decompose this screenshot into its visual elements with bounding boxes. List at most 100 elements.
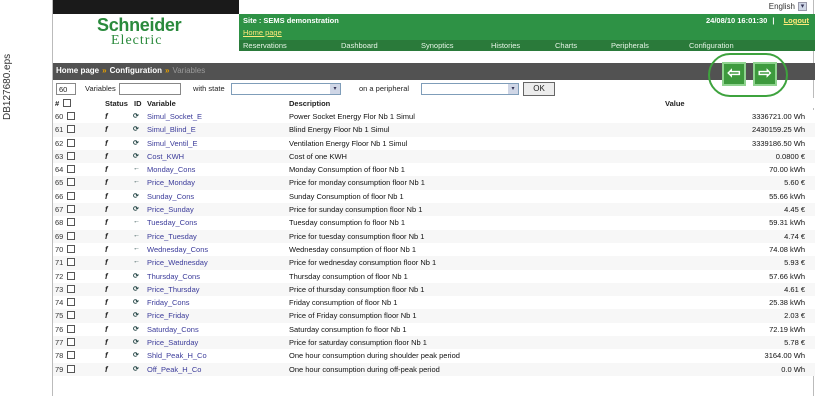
table-row: 64 f ← Monday_Cons Monday Consumption of flo… <box>53 163 815 177</box>
language-select[interactable]: English ▾ <box>769 2 807 11</box>
row-checkbox[interactable] <box>67 338 75 347</box>
variable-type-icon: ← <box>133 231 140 239</box>
variable-value: 0.0800 € <box>775 151 805 161</box>
table-row: 68 f ← Tuesday_Cons Tuesday consumption fo f… <box>53 216 815 230</box>
variable-link[interactable]: Shld_Peak_H_Co <box>147 351 207 360</box>
variable-description: Sunday Consumption of floor Nb 1 <box>289 191 404 201</box>
row-number: 77 <box>55 338 64 348</box>
menu-item-histories[interactable]: Histories <box>491 40 520 50</box>
variables-filter-input[interactable] <box>119 83 181 95</box>
menu-item-reservations[interactable]: Reservations <box>243 40 287 50</box>
variable-value: 5.93 € <box>784 258 805 268</box>
variable-link[interactable]: Price_Wednesday <box>147 258 208 267</box>
menu-item-dashboard[interactable]: Dashboard <box>341 40 378 50</box>
row-checkbox[interactable] <box>67 284 75 293</box>
table-row: 62 f ⟳ Simul_Ventil_E Ventilation Energy Flo… <box>53 136 815 150</box>
variable-link[interactable]: Friday_Cons <box>147 298 190 307</box>
ok-button[interactable]: OK <box>523 82 555 96</box>
status-icon: f <box>105 324 108 334</box>
table-row: 78 f ⟳ Shld_Peak_H_Co One hour consumption d… <box>53 349 815 363</box>
table-row: 72 f ⟳ Thursday_Cons Thursday consumption of… <box>53 269 815 283</box>
variable-description: Price for wednesday consumption floor Nb… <box>289 258 437 268</box>
table-row: 75 f ⟳ Price_Friday Price of Friday consumpt… <box>53 309 815 323</box>
row-checkbox[interactable] <box>67 244 75 253</box>
row-checkbox[interactable] <box>67 298 75 307</box>
row-number: 75 <box>55 311 64 321</box>
home-page-link[interactable]: Home page <box>243 28 282 37</box>
variable-description: Wednesday consumption of floor Nb 1 <box>289 244 417 254</box>
peripheral-select[interactable]: ▾ <box>421 83 519 95</box>
row-checkbox[interactable] <box>67 165 75 174</box>
page-size-input[interactable]: 60 <box>56 83 76 95</box>
header-value[interactable]: Value <box>665 99 685 108</box>
variable-link[interactable]: Price_Tuesday <box>147 232 197 241</box>
header-variable[interactable]: Variable <box>147 99 176 108</box>
row-number: 63 <box>55 151 64 161</box>
header-status[interactable]: Status <box>105 99 128 108</box>
status-icon: f <box>105 231 108 241</box>
menu-item-configuration[interactable]: Configuration <box>689 40 734 50</box>
status-icon: f <box>105 338 108 348</box>
app-window: Schneider Electric English ▾ Site : SEMS… <box>52 0 815 396</box>
row-number: 72 <box>55 271 64 281</box>
variable-value: 57.66 kWh <box>769 271 805 281</box>
status-icon: f <box>105 258 108 268</box>
menu-item-peripherals[interactable]: Peripherals <box>611 40 649 50</box>
variable-description: Price of thursday consumption floor Nb 1 <box>289 284 425 294</box>
variable-description: Price for tuesday consumption floor Nb 1 <box>289 231 425 241</box>
variable-link[interactable]: Saturday_Cons <box>147 325 199 334</box>
state-select[interactable]: ▾ <box>231 83 341 95</box>
variable-link[interactable]: Price_Sunday <box>147 205 194 214</box>
variable-type-icon: ⟳ <box>133 192 139 200</box>
variable-link[interactable]: Cost_KWH <box>147 152 184 161</box>
row-checkbox[interactable] <box>67 311 75 320</box>
row-checkbox[interactable] <box>67 258 75 267</box>
variable-value: 5.60 € <box>784 178 805 188</box>
menu-item-charts[interactable]: Charts <box>555 40 577 50</box>
logout-link[interactable]: Logout <box>784 16 809 25</box>
variable-link[interactable]: Price_Saturday <box>147 338 198 347</box>
variable-link[interactable]: Off_Peak_H_Co <box>147 365 201 374</box>
row-checkbox[interactable] <box>67 151 75 160</box>
row-checkbox[interactable] <box>67 112 75 120</box>
row-checkbox[interactable] <box>67 271 75 280</box>
status-icon: f <box>105 138 108 148</box>
variable-type-icon: ⟳ <box>133 206 139 214</box>
row-checkbox[interactable] <box>67 218 75 227</box>
variable-value: 4.61 € <box>784 284 805 294</box>
header-description[interactable]: Description <box>289 99 330 108</box>
variable-link[interactable]: Thursday_Cons <box>147 272 200 281</box>
row-checkbox[interactable] <box>67 178 75 187</box>
variable-link[interactable]: Simul_Ventil_E <box>147 139 197 148</box>
row-checkbox[interactable] <box>67 231 75 240</box>
row-checkbox[interactable] <box>67 205 75 214</box>
status-icon: f <box>105 311 108 321</box>
row-checkbox[interactable] <box>67 351 75 360</box>
variable-link[interactable]: Sunday_Cons <box>147 192 194 201</box>
header-id[interactable]: ID <box>134 99 142 108</box>
variable-link[interactable]: Price_Thursday <box>147 285 200 294</box>
variable-type-icon: ⟳ <box>133 285 139 293</box>
variable-link[interactable]: Wednesday_Cons <box>147 245 208 254</box>
row-checkbox[interactable] <box>67 191 75 200</box>
variable-link[interactable]: Simul_Socket_E <box>147 112 202 121</box>
breadcrumb-configuration[interactable]: Configuration <box>110 66 162 75</box>
row-checkbox[interactable] <box>67 324 75 333</box>
row-checkbox[interactable] <box>67 138 75 147</box>
variable-value: 74.08 kWh <box>769 244 805 254</box>
row-checkbox[interactable] <box>67 364 75 373</box>
status-icon: f <box>105 364 108 374</box>
variable-link[interactable]: Price_Friday <box>147 311 189 320</box>
chevron-down-icon[interactable]: ▾ <box>798 2 807 11</box>
variable-link[interactable]: Simul_Blind_E <box>147 125 196 134</box>
select-all-checkbox[interactable] <box>63 99 71 107</box>
variable-link[interactable]: Price_Monday <box>147 178 195 187</box>
variable-link[interactable]: Monday_Cons <box>147 165 195 174</box>
menu-item-synoptics[interactable]: Synoptics <box>421 40 454 50</box>
row-number: 74 <box>55 298 64 308</box>
breadcrumb-home[interactable]: Home page <box>56 66 99 75</box>
variable-description: Ventilation Energy Floor Nb 1 Simul <box>289 138 408 148</box>
variable-link[interactable]: Tuesday_Cons <box>147 218 197 227</box>
row-checkbox[interactable] <box>67 125 75 134</box>
row-number: 70 <box>55 244 64 254</box>
